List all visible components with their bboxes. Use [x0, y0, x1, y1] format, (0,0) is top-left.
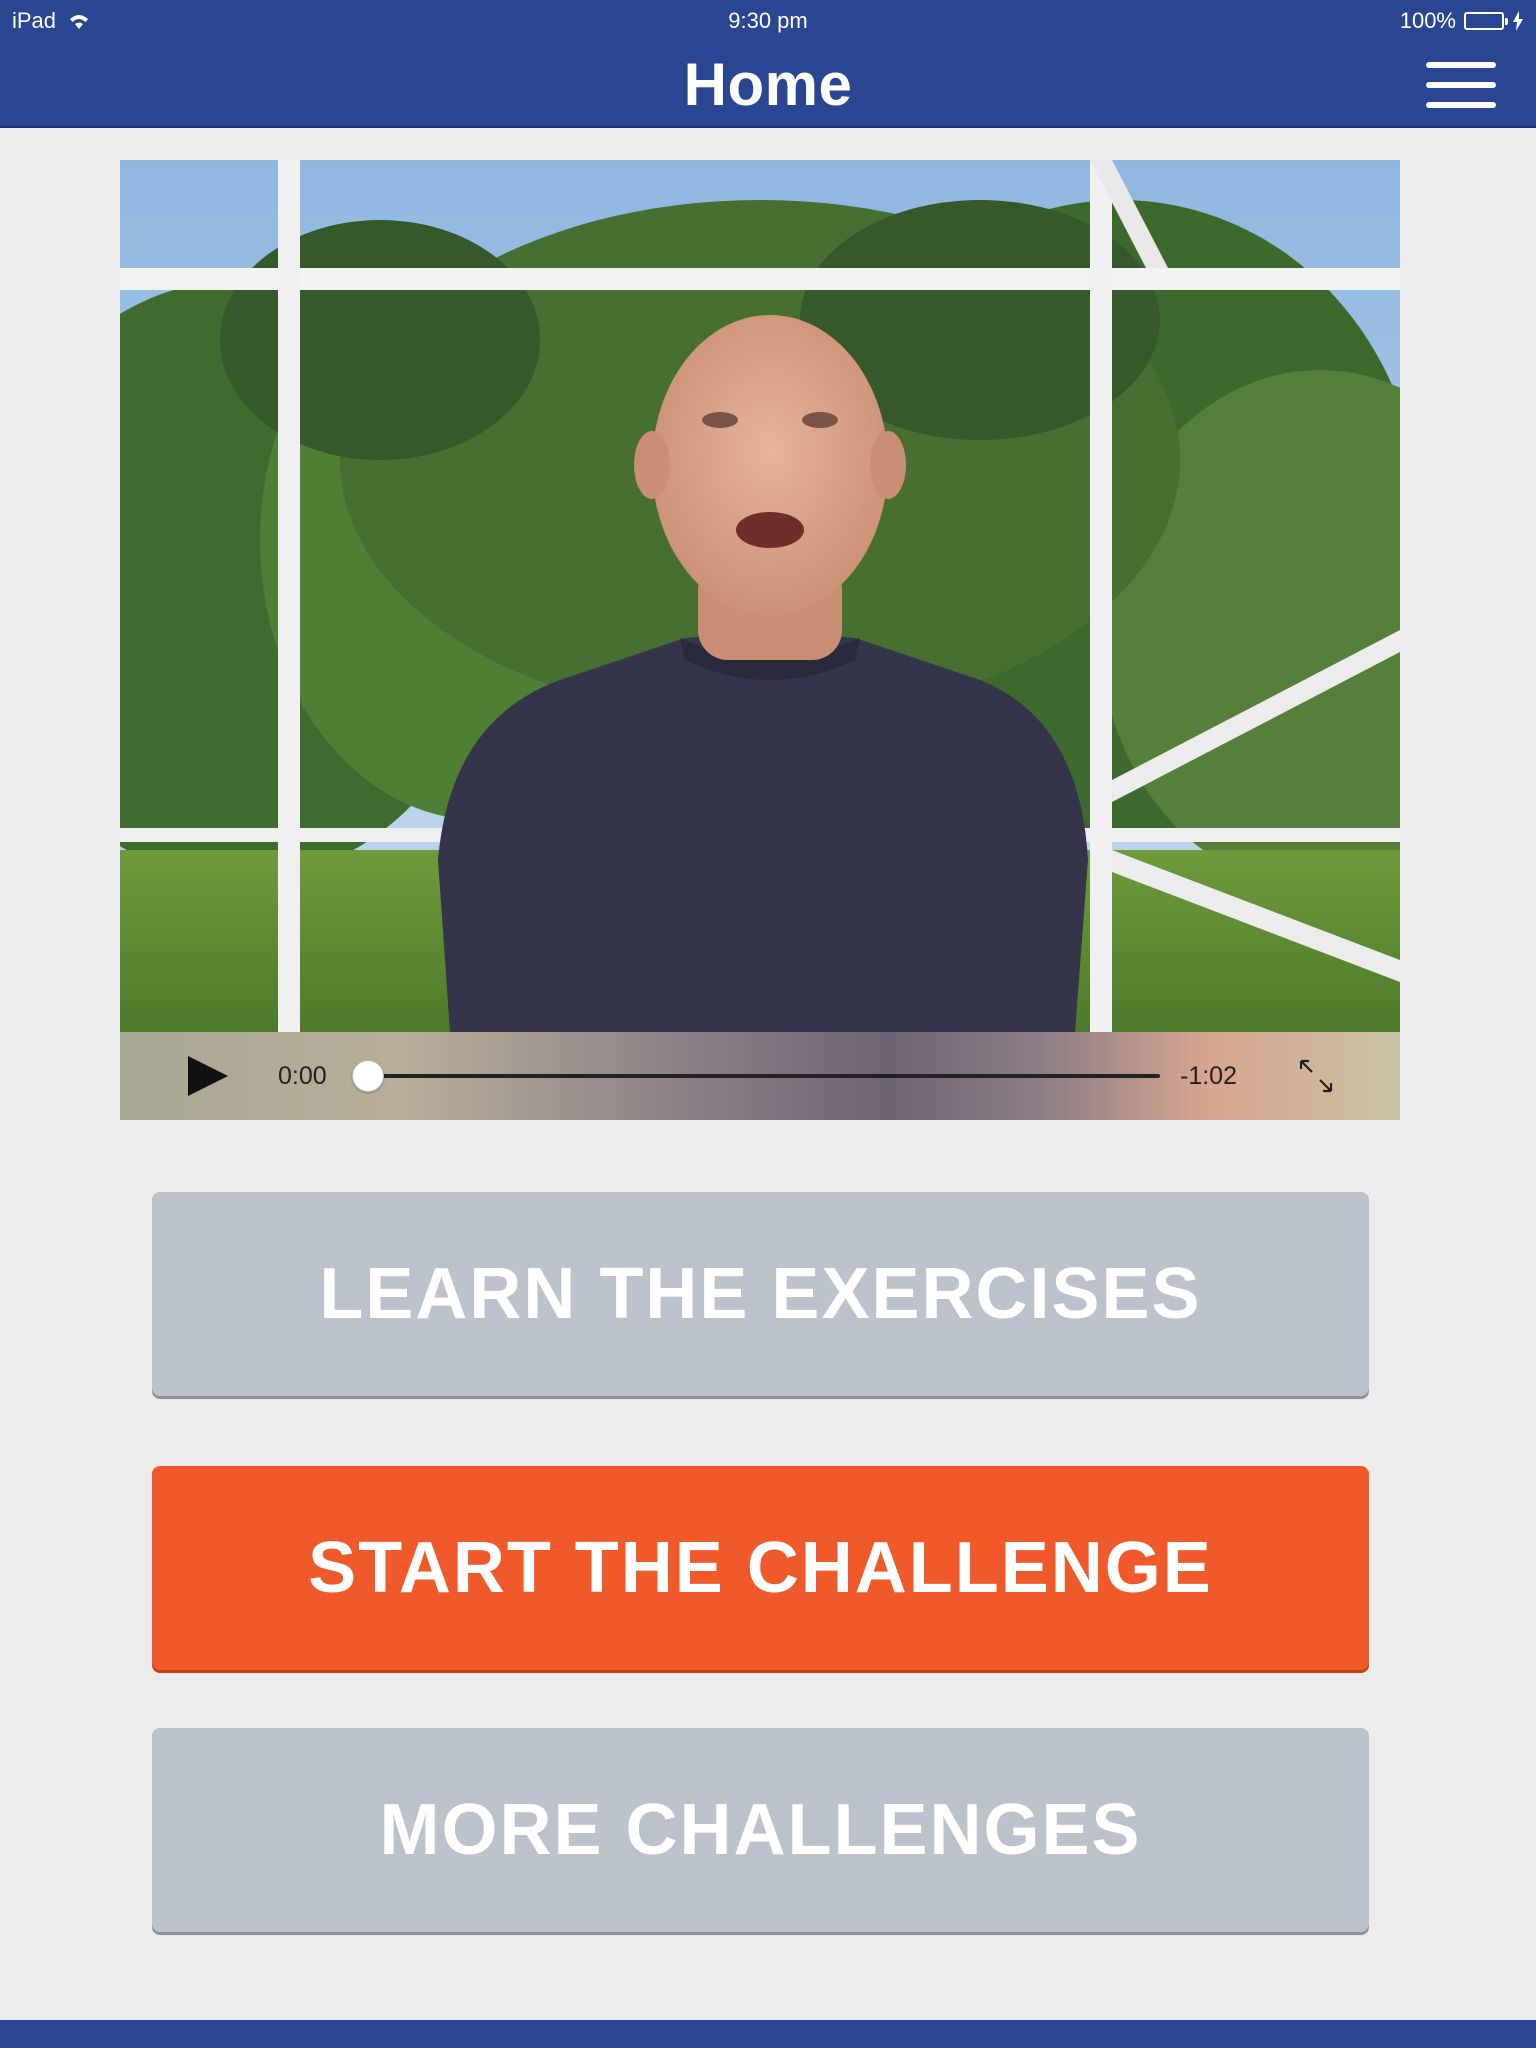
status-time: 9:30 pm [728, 8, 808, 33]
status-right: 100% [1400, 8, 1524, 34]
battery-icon [1464, 12, 1508, 30]
video-controls: 0:00 -1:02 [120, 1032, 1400, 1120]
current-time: 0:00 [278, 1062, 327, 1090]
charging-bolt-icon [1513, 11, 1523, 31]
learn-exercises-button[interactable]: LEARN THE EXERCISES [152, 1192, 1369, 1396]
more-challenges-button[interactable]: MORE CHALLENGES [152, 1728, 1369, 1932]
navigation-bar: Home [0, 42, 1536, 128]
video-player[interactable]: 0:00 -1:02 [120, 160, 1400, 1120]
bottom-bar [0, 2020, 1536, 2048]
remaining-time: -1:02 [1180, 1062, 1237, 1090]
play-icon[interactable] [184, 1054, 232, 1098]
progress-track[interactable] [368, 1074, 1160, 1078]
status-bar: iPad 9:30 pm 100% [0, 0, 1536, 42]
battery-percent: 100% [1399, 8, 1456, 33]
fullscreen-icon[interactable] [1298, 1058, 1334, 1094]
video-frame [120, 160, 1400, 1032]
hamburger-menu-icon[interactable] [1426, 60, 1496, 110]
start-challenge-button[interactable]: START THE CHALLENGE [152, 1466, 1369, 1670]
page-title: Home [683, 51, 853, 118]
progress-thumb[interactable] [352, 1060, 384, 1092]
